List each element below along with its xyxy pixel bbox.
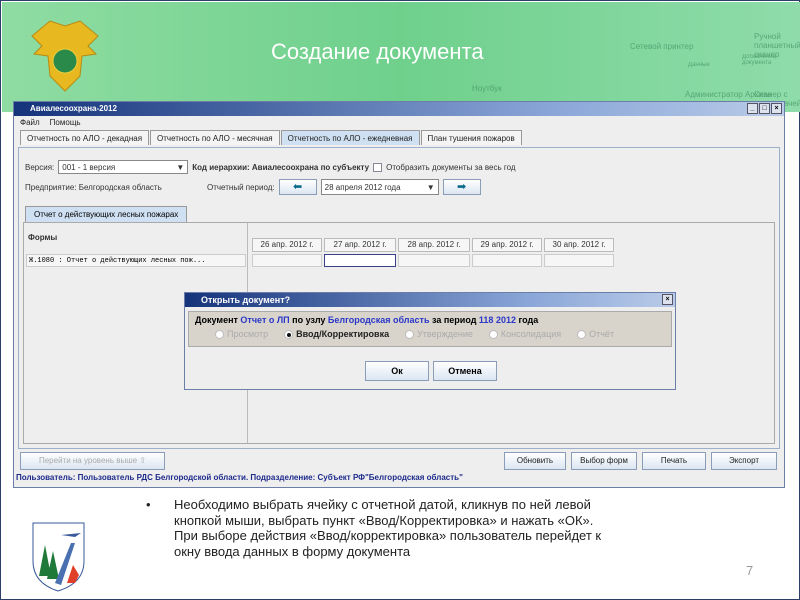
date-header: 30 апр. 2012 г. bbox=[544, 238, 614, 252]
avialesookhrana-logo bbox=[32, 522, 85, 592]
show-all-label: Отобразить документы за весь год bbox=[386, 162, 516, 172]
menu-bar: Файл Помощь bbox=[14, 116, 784, 130]
date-header: 26 апр. 2012 г. bbox=[252, 238, 322, 252]
refresh-button[interactable]: Обновить bbox=[504, 452, 566, 470]
arrow-left-icon: ⬅ bbox=[293, 181, 303, 193]
menu-help[interactable]: Помощь bbox=[50, 118, 81, 128]
period-value: 28 апреля 2012 года bbox=[324, 182, 401, 192]
form-row[interactable]: Ж.1080 : Отчет о действующих лесных пож.… bbox=[26, 254, 246, 267]
instruction-text: Необходимо выбрать ячейку с отчетной дат… bbox=[146, 497, 606, 559]
select-forms-button[interactable]: Выбор форм bbox=[571, 452, 637, 470]
page-number: 7 bbox=[746, 563, 754, 578]
date-cell[interactable] bbox=[472, 254, 542, 267]
tab-decade[interactable]: Отчетность по АЛО - декадная bbox=[20, 130, 150, 145]
open-document-dialog: Открыть документ? × Документ Отчет о ЛП … bbox=[184, 292, 676, 390]
main-tabs: Отчетность по АЛО - декадная Отчетность … bbox=[14, 130, 784, 145]
msg-text: года bbox=[515, 315, 539, 325]
menu-file[interactable]: Файл bbox=[20, 118, 40, 128]
radio-label: Утверждение bbox=[417, 329, 473, 339]
msg-doc: Отчет о ЛП bbox=[240, 315, 290, 325]
msg-period: 118 2012 bbox=[478, 315, 516, 325]
msg-node: Белгородская область bbox=[327, 315, 430, 325]
date-cell[interactable] bbox=[544, 254, 614, 267]
radio-approve[interactable]: Утверждение bbox=[405, 329, 473, 339]
date-cell-selected[interactable] bbox=[324, 254, 396, 267]
radio-view[interactable]: Просмотр bbox=[215, 329, 268, 339]
emblem-logo bbox=[31, 20, 99, 92]
up-level-button[interactable]: Перейти на уровень выше ⇧ bbox=[20, 452, 165, 470]
dialog-message: Документ Отчет о ЛП по узлу Белгородская… bbox=[195, 315, 665, 325]
maximize-button[interactable]: □ bbox=[759, 103, 770, 114]
forms-header: Формы bbox=[28, 233, 58, 242]
chevron-down-icon: ▼ bbox=[426, 182, 435, 192]
date-header: 27 апр. 2012 г. bbox=[324, 238, 396, 252]
minimize-button[interactable]: _ bbox=[747, 103, 758, 114]
dialog-body: Документ Отчет о ЛП по узлу Белгородская… bbox=[188, 311, 672, 347]
dialog-titlebar[interactable]: Открыть документ? × bbox=[185, 293, 675, 307]
window-titlebar[interactable]: Авиалесоохрана-2012 _ □ × bbox=[14, 102, 784, 116]
radio-label: Просмотр bbox=[227, 329, 269, 339]
print-button[interactable]: Печать bbox=[642, 452, 706, 470]
tab-fire-plan[interactable]: План тушения пожаров bbox=[420, 130, 522, 145]
date-header: 28 апр. 2012 г. bbox=[398, 238, 470, 252]
bg-label: Сетевой принтер bbox=[630, 42, 694, 51]
tab-monthly[interactable]: Отчетность по АЛО - месячная bbox=[150, 130, 280, 145]
version-label: Версия: bbox=[25, 162, 55, 172]
period-label: Отчетный период: bbox=[207, 182, 275, 192]
dialog-title: Открыть документ? bbox=[201, 295, 291, 305]
radio-label: Консолидация bbox=[500, 329, 562, 339]
chevron-down-icon: ▼ bbox=[176, 162, 185, 172]
bg-label: Добавление документа bbox=[742, 54, 776, 66]
radio-label: Отчёт bbox=[589, 329, 615, 339]
cancel-button[interactable]: Отмена bbox=[433, 361, 497, 381]
version-value: 001 - 1 версия bbox=[62, 162, 116, 172]
close-icon[interactable]: × bbox=[662, 294, 673, 305]
date-cell[interactable] bbox=[252, 254, 322, 267]
up-arrow-icon: ⇧ bbox=[139, 456, 147, 465]
version-select[interactable]: 001 - 1 версия ▼ bbox=[58, 160, 189, 174]
next-period-button[interactable]: ➡ bbox=[442, 179, 481, 195]
bg-label: Данные bbox=[688, 62, 710, 68]
show-all-checkbox[interactable] bbox=[373, 162, 383, 172]
tab-daily[interactable]: Отчетность по АЛО - ежедневная bbox=[280, 130, 420, 145]
prev-period-button[interactable]: ⬅ bbox=[278, 179, 317, 195]
export-button[interactable]: Экспорт bbox=[711, 452, 777, 470]
radio-report[interactable]: Отчёт bbox=[577, 329, 614, 339]
hierarchy-label: Код иерархии: Авиалесоохрана по субъекту bbox=[192, 162, 370, 172]
date-header: 29 апр. 2012 г. bbox=[472, 238, 542, 252]
radio-edit[interactable]: Ввод/Корректировка bbox=[284, 329, 389, 339]
msg-text: по узлу bbox=[289, 315, 328, 325]
radio-label: Ввод/Корректировка bbox=[296, 329, 390, 339]
slide-title: Создание документа bbox=[271, 39, 484, 64]
arrow-right-icon: ➡ bbox=[457, 181, 467, 193]
close-button[interactable]: × bbox=[771, 103, 782, 114]
radio-consolidate[interactable]: Консолидация bbox=[488, 329, 562, 339]
date-cell[interactable] bbox=[398, 254, 470, 267]
slide: Сетевой принтер Ручной планшетный сканер… bbox=[0, 0, 800, 600]
window-title: Авиалесоохрана-2012 bbox=[30, 104, 117, 113]
up-level-label: Перейти на уровень выше bbox=[38, 456, 138, 465]
enterprise-label: Предприятие: Белгородская область bbox=[25, 182, 162, 192]
bg-label: Ноутбук bbox=[472, 84, 502, 93]
period-select[interactable]: 28 апреля 2012 года ▼ bbox=[320, 179, 439, 195]
msg-text: за период bbox=[429, 315, 479, 325]
tab-active-fires-report[interactable]: Отчет о действующих лесных пожарах bbox=[25, 206, 188, 222]
status-bar: Пользователь: Пользователь РДС Белгородс… bbox=[16, 473, 463, 482]
msg-text: Документ bbox=[195, 315, 241, 325]
ok-button[interactable]: Ок bbox=[365, 361, 429, 381]
